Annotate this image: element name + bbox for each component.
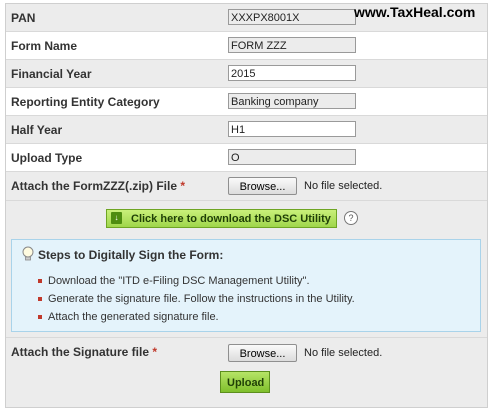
attach-signature-status: No file selected. — [304, 347, 383, 359]
row-upload-type: Upload Type O — [6, 144, 487, 172]
required-marker: * — [152, 345, 158, 359]
steps-title: Steps to Digitally Sign the Form: — [38, 248, 224, 262]
bullet-icon — [38, 315, 42, 319]
form-name-label: Form Name — [11, 39, 78, 53]
attach-form-status: No file selected. — [304, 180, 383, 192]
pan-field: XXXPX8001X — [228, 9, 356, 25]
financial-year-field: 2015 — [228, 65, 356, 81]
reporting-entity-label: Reporting Entity Category — [11, 95, 160, 109]
row-half-year: Half Year H1 — [6, 116, 487, 144]
download-icon: ↓ — [111, 212, 122, 224]
pan-label: PAN — [11, 11, 36, 25]
row-reporting-entity: Reporting Entity Category Banking compan… — [6, 88, 487, 116]
row-attach-signature: Attach the Signature file * Browse... No… — [6, 337, 487, 369]
upload-type-label: Upload Type — [11, 151, 83, 165]
step-item: Generate the signature file. Follow the … — [38, 293, 355, 305]
required-marker: * — [180, 179, 186, 193]
attach-signature-label: Attach the Signature file * — [11, 345, 158, 359]
half-year-field: H1 — [228, 121, 356, 137]
financial-year-label: Financial Year — [11, 67, 92, 81]
lightbulb-icon — [22, 246, 34, 261]
row-attach-form: Attach the FormZZZ(.zip) File * Browse..… — [6, 172, 487, 201]
upload-type-field: O — [228, 149, 356, 165]
upload-button[interactable]: Upload — [220, 371, 270, 393]
steps-panel: Steps to Digitally Sign the Form: Downlo… — [11, 239, 481, 332]
watermark: www.TaxHeal.com — [354, 4, 476, 20]
download-dsc-utility-label: Click here to download the DSC Utility — [131, 213, 331, 225]
reporting-entity-field: Banking company — [228, 93, 356, 109]
row-financial-year: Financial Year 2015 — [6, 60, 487, 88]
half-year-label: Half Year — [11, 123, 63, 137]
step-item: Attach the generated signature file. — [38, 311, 219, 323]
help-icon[interactable]: ? — [344, 211, 358, 225]
download-dsc-utility-button[interactable]: ↓ Click here to download the DSC Utility — [106, 209, 337, 228]
step-item: Download the "ITD e-Filing DSC Managemen… — [38, 275, 310, 287]
attach-signature-browse-button[interactable]: Browse... — [228, 344, 297, 362]
upload-form: PAN XXXPX8001X Form Name FORM ZZZ Financ… — [5, 3, 488, 408]
form-name-field: FORM ZZZ — [228, 37, 356, 53]
bullet-icon — [38, 279, 42, 283]
dsc-section: ↓ Click here to download the DSC Utility… — [6, 201, 487, 236]
attach-form-browse-button[interactable]: Browse... — [228, 177, 297, 195]
bullet-icon — [38, 297, 42, 301]
upload-section: Upload — [6, 368, 487, 407]
attach-form-label: Attach the FormZZZ(.zip) File * — [11, 179, 186, 193]
row-form-name: Form Name FORM ZZZ — [6, 32, 487, 60]
